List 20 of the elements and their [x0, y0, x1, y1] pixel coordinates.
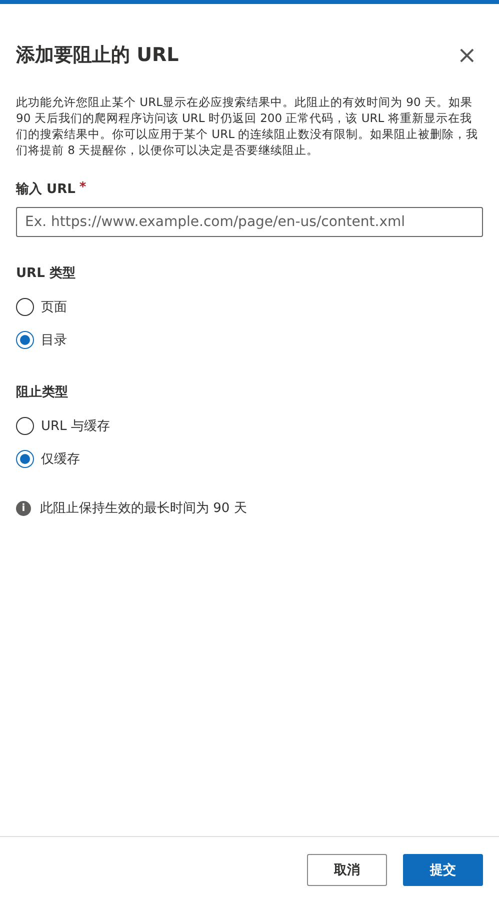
radio-option[interactable]: 页面	[16, 290, 483, 323]
field-label: 输入 URL	[16, 180, 76, 198]
info-text: 此阻止保持生效的最长时间为 90 天	[40, 500, 247, 517]
radio-button[interactable]	[16, 298, 34, 316]
radio-button[interactable]	[16, 416, 34, 434]
radio-button[interactable]	[16, 330, 34, 348]
info-icon: i	[16, 500, 31, 516]
description-text: 此功能允许您阻止某个 URL显示在必应搜索结果中。此阻止的有效时间为 90 天。如果 90 天后我们的爬网程序访问该 URL 时仍返回 200 正常代码，该 URL 将重新显示在我们的搜索结果中。你可以应用于某个 URL 的连续阻止数没有限制。如果阻止被删除，我们将提前 8 天提醒你，以便你可以决定是否要继续阻止。	[16, 94, 480, 158]
required-mark: *	[79, 180, 86, 197]
close-button[interactable]: ×	[450, 43, 483, 67]
radio-option[interactable]: 仅缓存	[16, 442, 483, 475]
submit-button[interactable]: 提交	[403, 854, 483, 886]
url-input-field[interactable]: Ex. https://www.example.com/page/en-us/content.xml	[16, 207, 483, 237]
radio-option[interactable]: URL 与缓存	[16, 409, 483, 442]
group-label: URL 类型	[16, 265, 76, 282]
group-label: 阻止类型	[16, 384, 69, 401]
radio-button[interactable]	[16, 450, 34, 468]
cancel-button[interactable]: 取消	[307, 854, 387, 886]
dialog-title: 添加要阻止的 URL	[16, 43, 179, 68]
radio-option[interactable]: 目录	[16, 323, 483, 356]
